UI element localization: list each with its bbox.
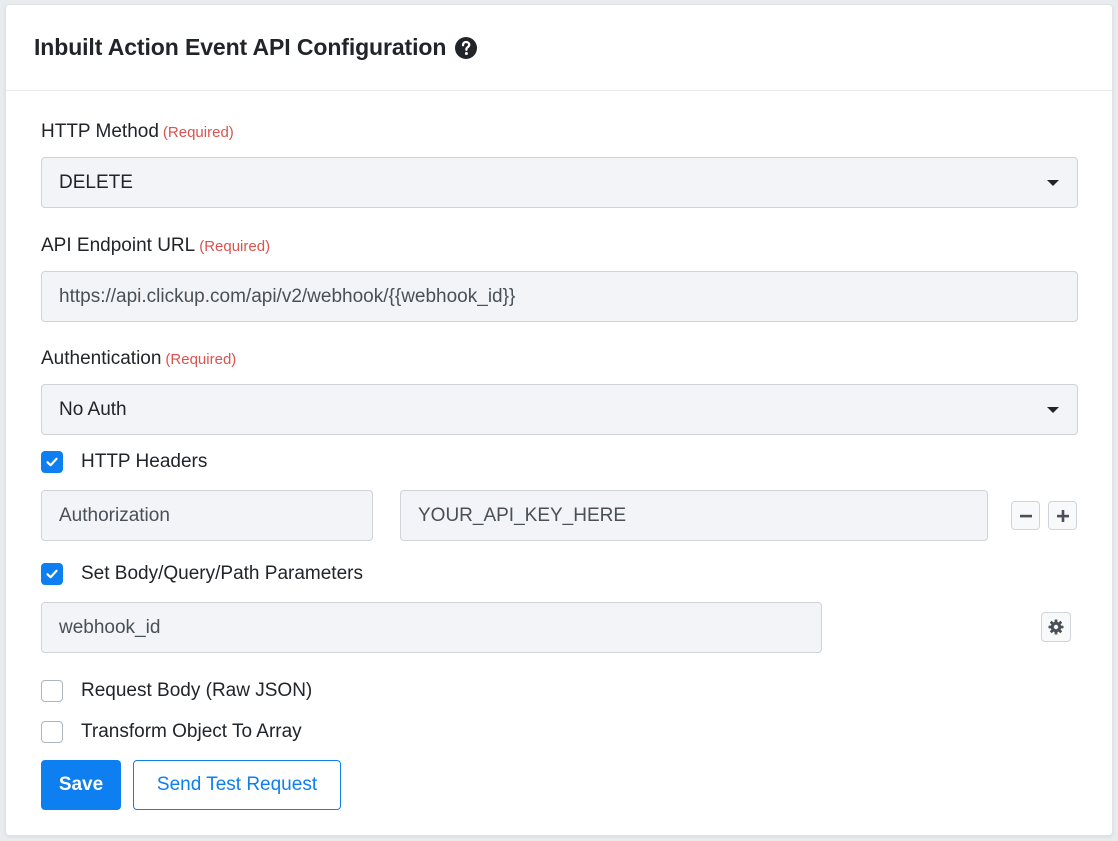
header-value-input[interactable]: YOUR_API_KEY_HERE [400, 490, 988, 541]
http-method-select[interactable]: DELETE [41, 157, 1078, 208]
http-headers-label[interactable]: HTTP Headers [81, 451, 207, 473]
transform-array-label[interactable]: Transform Object To Array [81, 721, 302, 743]
param-name-value: webhook_id [59, 616, 161, 638]
minus-icon [1019, 514, 1032, 517]
http-method-label: HTTP Method (Required) [41, 121, 234, 143]
page-title: Inbuilt Action Event API Configuration [34, 34, 447, 60]
required-marker: (Required) [162, 124, 234, 141]
add-header-button[interactable] [1048, 501, 1077, 530]
authentication-label: Authentication (Required) [41, 348, 236, 370]
header-key-value: Authorization [59, 504, 170, 526]
endpoint-label: API Endpoint URL (Required) [41, 235, 270, 257]
endpoint-url-input[interactable]: https://api.clickup.com/api/v2/webhook/{… [41, 271, 1078, 322]
http-headers-checkbox[interactable] [41, 451, 63, 473]
remove-header-button[interactable] [1011, 501, 1040, 530]
card-header: Inbuilt Action Event API Configuration [6, 5, 1112, 91]
http-method-label-text: HTTP Method [41, 121, 159, 142]
plus-icon [1056, 509, 1069, 522]
header-value-value: YOUR_API_KEY_HERE [418, 504, 627, 526]
check-icon [46, 569, 58, 579]
chevron-down-icon [1047, 407, 1059, 413]
send-test-request-button[interactable]: Send Test Request [133, 760, 341, 810]
params-checkbox[interactable] [41, 563, 63, 585]
question-circle-icon[interactable] [454, 36, 478, 60]
authentication-label-text: Authentication [41, 348, 162, 369]
request-body-checkbox[interactable] [41, 680, 63, 702]
gear-icon [1048, 619, 1064, 635]
param-name-input[interactable]: webhook_id [41, 602, 822, 653]
request-body-label[interactable]: Request Body (Raw JSON) [81, 680, 312, 702]
endpoint-label-text: API Endpoint URL [41, 235, 196, 256]
required-marker: (Required) [199, 238, 271, 255]
http-method-value: DELETE [59, 171, 133, 193]
transform-array-checkbox[interactable] [41, 721, 63, 743]
authentication-value: No Auth [59, 398, 127, 420]
save-button[interactable]: Save [41, 760, 121, 810]
required-marker: (Required) [165, 351, 237, 368]
endpoint-url-value: https://api.clickup.com/api/v2/webhook/{… [59, 285, 516, 307]
param-settings-button[interactable] [1041, 612, 1071, 642]
check-icon [46, 457, 58, 467]
header-key-input[interactable]: Authorization [41, 490, 373, 541]
chevron-down-icon [1047, 180, 1059, 186]
authentication-select[interactable]: No Auth [41, 384, 1078, 435]
api-config-card: Inbuilt Action Event API Configuration H… [5, 4, 1113, 836]
params-label[interactable]: Set Body/Query/Path Parameters [81, 563, 363, 585]
